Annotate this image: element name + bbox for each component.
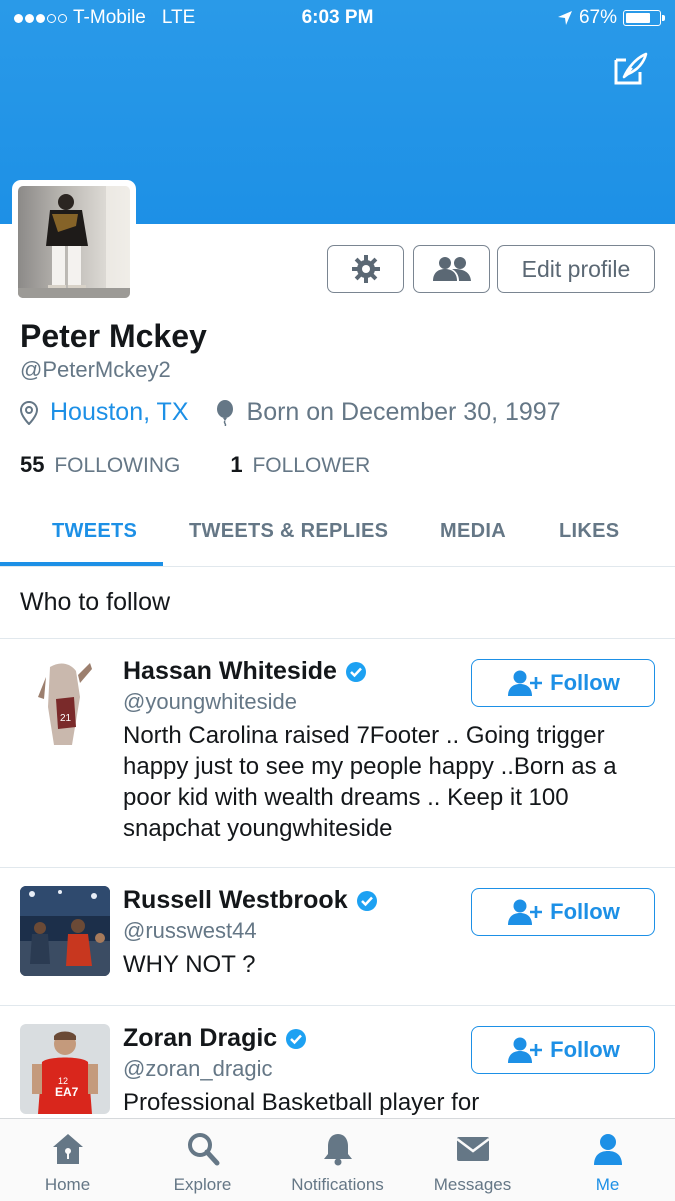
people-icon [432,257,471,281]
home-icon [52,1134,83,1164]
suggestion-bio: North Carolina raised 7Footer .. Going t… [123,722,617,842]
profile-location-link[interactable]: Houston, TX [50,398,189,427]
location-pin-icon [20,400,38,425]
tabbar-item-notifications[interactable]: Notifications [270,1119,405,1201]
tabbar-item-explore[interactable]: Explore [135,1119,270,1201]
tabbar-label: Home [44,1175,91,1194]
suggestion-name: Hassan Whiteside [123,657,367,686]
follow-button[interactable]: Follow [471,1026,655,1074]
follow-button[interactable]: Follow [471,659,655,707]
following-count: 55 [20,452,45,477]
follow-label: Follow [550,670,620,695]
battery-icon [623,10,665,26]
suggestion-name-text: Hassan Whiteside [123,657,337,685]
tabbar-item-me[interactable]: Me [540,1119,675,1201]
profile-handle: @PeterMckey2 [20,357,171,382]
suggestion-name: Russell Westbrook [123,886,378,915]
following-label: FOLLOWING [54,454,181,477]
svg-text:21: 21 [60,713,72,724]
edit-profile-button[interactable]: Edit profile [497,245,655,293]
avatar[interactable]: 21 [20,657,110,747]
profile-birthdate: Born on December 30, 1997 [246,398,561,426]
who-to-follow-heading: Who to follow [20,588,171,616]
settings-button[interactable] [327,245,404,293]
envelope-icon [455,1137,490,1161]
suggestion-handle: @youngwhiteside [123,689,297,714]
suggestion-bio: WHY NOT ? [123,951,256,978]
avatar-photo [18,186,130,298]
divider [0,638,675,639]
person-icon [593,1134,622,1165]
suggestion-bio: Professional Basketball player for [123,1089,480,1116]
tab-tweets-replies[interactable]: TWEETS & REPLIES [189,520,388,543]
profile-name: Peter Mckey [20,318,207,354]
gear-icon [351,255,380,283]
compose-icon [614,52,648,85]
location-arrow-icon [557,11,572,25]
avatar[interactable] [20,886,110,976]
tab-media[interactable]: MEDIA [440,520,506,543]
bell-icon [323,1134,352,1166]
bottom-tab-bar: Home Explore Notifications Messages Me [0,1118,675,1201]
battery-percent: 67% [578,7,617,28]
tabbar-label: Me [595,1175,620,1194]
suggestion-handle: @zoran_dragic [123,1056,273,1081]
follow-button[interactable]: Follow [471,888,655,936]
followers-label: FOLLOWER [252,454,371,477]
suggestion-name: Zoran Dragic [123,1024,307,1053]
tabbar-label: Notifications [291,1175,384,1194]
search-icon [187,1133,219,1166]
add-user-icon [508,1037,543,1063]
profile-tabs: TWEETS TWEETS & REPLIES MEDIA LIKES [0,500,675,567]
tabbar-label: Messages [433,1175,512,1194]
profile-meta: Houston, TX Born on December 30, 1997 [20,398,561,427]
follow-label: Follow [550,1037,620,1062]
verified-badge-icon [356,890,377,911]
tab-likes[interactable]: LIKES [559,520,619,543]
follow-counts: 55 FOLLOWING 1 FOLLOWER [20,452,370,478]
tab-tweets[interactable]: TWEETS [52,520,137,543]
compose-tweet-button[interactable] [610,50,650,88]
followers-count: 1 [230,452,243,477]
divider [0,1005,675,1006]
suggestion-name-text: Russell Westbrook [123,886,348,914]
follow-label: Follow [550,899,620,924]
suggestion-name-text: Zoran Dragic [123,1024,278,1052]
tabbar-label: Explore [173,1175,232,1194]
tabbar-item-home[interactable]: Home [0,1119,135,1201]
status-bar: T-Mobile LTE 6:03 PM 67% [0,0,675,36]
svg-text:EA7: EA7 [55,1085,79,1099]
followers-count-link[interactable]: 1 FOLLOWER [230,452,370,478]
divider [0,867,675,868]
verified-badge-icon [286,1028,307,1049]
avatar[interactable]: 12 EA7 [20,1024,110,1114]
add-user-icon [508,670,543,696]
suggestion-handle: @russwest44 [123,918,257,943]
balloon-icon [216,399,233,426]
tabbar-item-messages[interactable]: Messages [405,1119,540,1201]
verified-badge-icon [345,661,366,682]
profile-avatar[interactable] [12,180,136,304]
add-user-icon [508,899,543,925]
lists-button[interactable] [413,245,490,293]
active-tab-indicator [0,562,163,566]
following-count-link[interactable]: 55 FOLLOWING [20,452,180,478]
